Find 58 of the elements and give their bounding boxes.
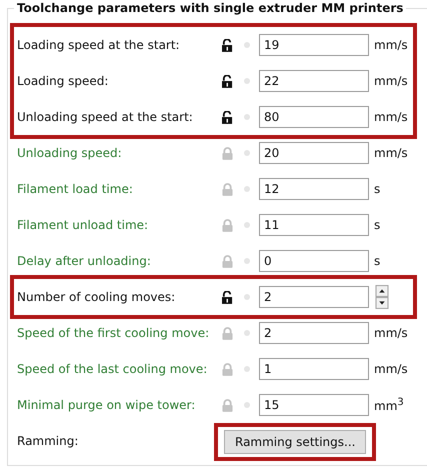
dot-icon — [244, 258, 250, 264]
number-field[interactable]: 80 — [259, 106, 369, 128]
dot-icon — [244, 114, 250, 120]
unit-label: mm/s — [374, 74, 408, 88]
number-field[interactable]: 15 — [259, 394, 369, 416]
number-field[interactable]: 2 — [259, 286, 369, 308]
field-label: Filament unload time: — [17, 218, 150, 232]
number-field[interactable]: 1 — [259, 358, 369, 380]
field-label: Loading speed at the start: — [17, 38, 181, 52]
unlocked-lock-icon[interactable] — [222, 38, 233, 52]
number-field[interactable]: 0 — [259, 250, 369, 272]
ramming-settings-button[interactable]: Ramming settings... — [224, 430, 366, 454]
field-label: Speed of the first cooling move: — [17, 326, 210, 340]
lock-icon[interactable] — [222, 218, 233, 232]
field-label: Delay after unloading: — [17, 254, 152, 268]
unit-label: s — [374, 182, 380, 196]
field-label: Unloading speed: — [17, 146, 123, 160]
unit-label: s — [374, 218, 380, 232]
field-label: Number of cooling moves: — [17, 290, 176, 304]
unit-label: s — [374, 254, 380, 268]
number-field[interactable]: 19 — [259, 34, 369, 56]
dot-icon — [244, 222, 250, 228]
unit-label: mm/s — [374, 38, 408, 52]
unit-label: mm/s — [374, 326, 408, 340]
field-label: Ramming: — [17, 434, 80, 448]
group-title: Toolchange parameters with single extruder MM printers — [14, 1, 406, 15]
lock-icon[interactable] — [222, 362, 233, 376]
number-field[interactable]: 12 — [259, 178, 369, 200]
dot-icon — [244, 78, 250, 84]
dot-icon — [244, 366, 250, 372]
dot-icon — [244, 150, 250, 156]
lock-icon[interactable] — [222, 398, 233, 412]
spin-buttons[interactable] — [375, 285, 389, 309]
lock-icon[interactable] — [222, 254, 233, 268]
field-label: Filament load time: — [17, 182, 134, 196]
field-label: Loading speed: — [17, 74, 110, 88]
field-label: Unloading speed at the start: — [17, 110, 194, 124]
field-label: Minimal purge on wipe tower: — [17, 398, 196, 412]
number-field[interactable]: 11 — [259, 214, 369, 236]
number-field[interactable]: 22 — [259, 70, 369, 92]
dot-icon — [244, 330, 250, 336]
lock-icon[interactable] — [222, 182, 233, 196]
lock-icon[interactable] — [222, 146, 233, 160]
unlocked-lock-icon[interactable] — [222, 74, 233, 88]
number-field[interactable]: 2 — [259, 322, 369, 344]
lock-icon[interactable] — [222, 326, 233, 340]
unlocked-lock-icon[interactable] — [222, 110, 233, 124]
dot-icon — [244, 402, 250, 408]
unit-label: mm$^{3}$ — [374, 397, 404, 413]
field-label: Speed of the last cooling move: — [17, 362, 208, 376]
unlocked-lock-icon[interactable] — [222, 290, 233, 304]
unit-label: mm/s — [374, 146, 408, 160]
dot-icon — [244, 42, 250, 48]
number-field[interactable]: 20 — [259, 142, 369, 164]
dot-icon — [244, 294, 250, 300]
dot-icon — [244, 186, 250, 192]
unit-label: mm/s — [374, 110, 408, 124]
unit-label: mm/s — [374, 362, 408, 376]
